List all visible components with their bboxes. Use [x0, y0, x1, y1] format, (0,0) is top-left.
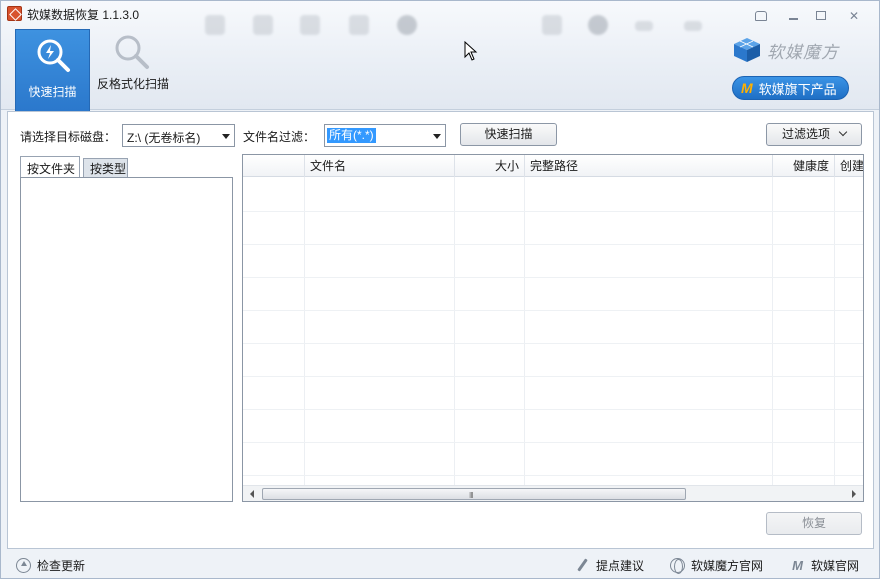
grid-line — [243, 442, 863, 443]
file-list[interactable]: 文件名 大小 完整路径 健康度 创建 III — [242, 154, 864, 502]
grid-line — [243, 376, 863, 377]
grid-line — [772, 177, 773, 487]
brand-logo: 软媒魔方 — [733, 37, 839, 63]
app-window: 软媒数据恢复 1.1.3.0 ✕ 快速扫描 反格式化扫描 软媒魔方 M 软媒旗下… — [0, 0, 880, 579]
m-logo-icon: M — [792, 557, 803, 573]
filter-select[interactable]: 所有(*.*) — [324, 124, 446, 147]
scroll-left-arrow-icon[interactable] — [250, 490, 254, 498]
grid-line — [243, 475, 863, 476]
tab-quick-scan-label: 快速扫描 — [28, 85, 77, 99]
chevron-down-icon — [222, 134, 230, 139]
search-icon — [37, 39, 70, 72]
column-header-size[interactable]: 大小 — [455, 155, 525, 177]
grid-line — [304, 177, 305, 487]
tab-by-folder[interactable]: 按文件夹 — [20, 156, 80, 179]
grid-line — [834, 177, 835, 487]
products-button-label: 软媒旗下产品 — [758, 81, 837, 97]
background-icon — [635, 21, 653, 31]
mouse-cursor-icon — [464, 41, 478, 61]
recover-button[interactable]: 恢复 — [766, 512, 862, 535]
column-header-filename[interactable]: 文件名 — [305, 155, 455, 177]
brand-text: 软媒魔方 — [767, 42, 839, 62]
folder-tree[interactable] — [20, 177, 233, 502]
background-icon — [300, 15, 320, 35]
mofang-site-label: 软媒魔方官网 — [691, 558, 764, 573]
background-icon — [205, 15, 225, 35]
background-icon — [253, 15, 273, 35]
grid-line — [454, 177, 455, 487]
column-header-check[interactable] — [243, 155, 305, 177]
tab-unformat-scan[interactable]: 反格式化扫描 — [97, 29, 169, 109]
update-icon — [16, 557, 31, 573]
skin-icon[interactable] — [753, 9, 769, 23]
background-icon — [588, 15, 608, 35]
quick-scan-button[interactable]: 快速扫描 — [460, 123, 557, 146]
minimize-button[interactable] — [786, 9, 802, 23]
check-update-link[interactable]: 检查更新 — [16, 557, 85, 573]
disk-label: 请选择目标磁盘： — [20, 130, 117, 144]
filter-label: 文件名过滤： — [243, 130, 316, 144]
cube-logo-icon — [734, 38, 760, 62]
products-button[interactable]: M 软媒旗下产品 — [732, 76, 849, 100]
filter-options-label: 过滤选项 — [781, 127, 830, 141]
column-header-created[interactable]: 创建 — [835, 155, 863, 177]
ruanmei-site-link[interactable]: M 软媒官网 — [790, 557, 859, 573]
scroll-right-arrow-icon[interactable] — [852, 490, 856, 498]
m-logo-icon: M — [741, 80, 753, 96]
filter-select-value: 所有(*.*) — [327, 128, 376, 143]
chevron-down-icon — [433, 134, 441, 139]
grid-line — [524, 177, 525, 487]
status-bar: 检查更新 提点建议 软媒魔方官网 M 软媒官网 — [1, 551, 879, 578]
mofang-site-link[interactable]: 软媒魔方官网 — [670, 557, 764, 574]
scrollbar-thumb[interactable]: III — [262, 488, 686, 500]
window-title: 软媒数据恢复 1.1.3.0 — [27, 8, 140, 22]
filter-options-button[interactable]: 过滤选项 — [766, 123, 862, 146]
chevron-down-icon — [838, 127, 848, 137]
grid-line — [243, 244, 863, 245]
column-header-health[interactable]: 健康度 — [773, 155, 835, 177]
scrollbar-grip: III — [469, 491, 474, 500]
background-icon — [397, 15, 417, 35]
suggest-label: 提点建议 — [596, 558, 645, 573]
background-icon — [542, 15, 562, 35]
grid-line — [243, 211, 863, 212]
suggest-link[interactable]: 提点建议 — [575, 557, 644, 573]
app-icon — [7, 6, 22, 21]
maximize-button[interactable] — [813, 9, 829, 23]
grid-line — [243, 409, 863, 410]
file-list-header: 文件名 大小 完整路径 健康度 创建 — [243, 155, 863, 177]
column-header-path[interactable]: 完整路径 — [525, 155, 773, 177]
tab-quick-scan[interactable]: 快速扫描 — [15, 29, 90, 111]
check-update-label: 检查更新 — [37, 558, 86, 573]
grid-line — [243, 310, 863, 311]
ruanmei-site-label: 软媒官网 — [811, 558, 860, 573]
tab-by-type[interactable]: 按类型 — [83, 158, 128, 178]
close-button[interactable]: ✕ — [846, 9, 862, 23]
background-icon — [349, 15, 369, 35]
background-icon — [684, 21, 702, 31]
horizontal-scrollbar[interactable]: III — [243, 485, 863, 501]
title-bar: 软媒数据恢复 1.1.3.0 ✕ — [1, 1, 879, 27]
tab-unformat-scan-label: 反格式化扫描 — [97, 77, 170, 91]
disk-select-value: Z:\ (无卷标名) — [127, 131, 201, 145]
grid-line — [243, 277, 863, 278]
search-icon — [115, 35, 149, 69]
pen-icon — [575, 558, 590, 573]
header-ribbon: 软媒数据恢复 1.1.3.0 ✕ 快速扫描 反格式化扫描 软媒魔方 M 软媒旗下… — [1, 1, 879, 111]
disk-select[interactable]: Z:\ (无卷标名) — [122, 124, 235, 147]
grid-line — [243, 343, 863, 344]
globe-icon — [670, 557, 685, 574]
